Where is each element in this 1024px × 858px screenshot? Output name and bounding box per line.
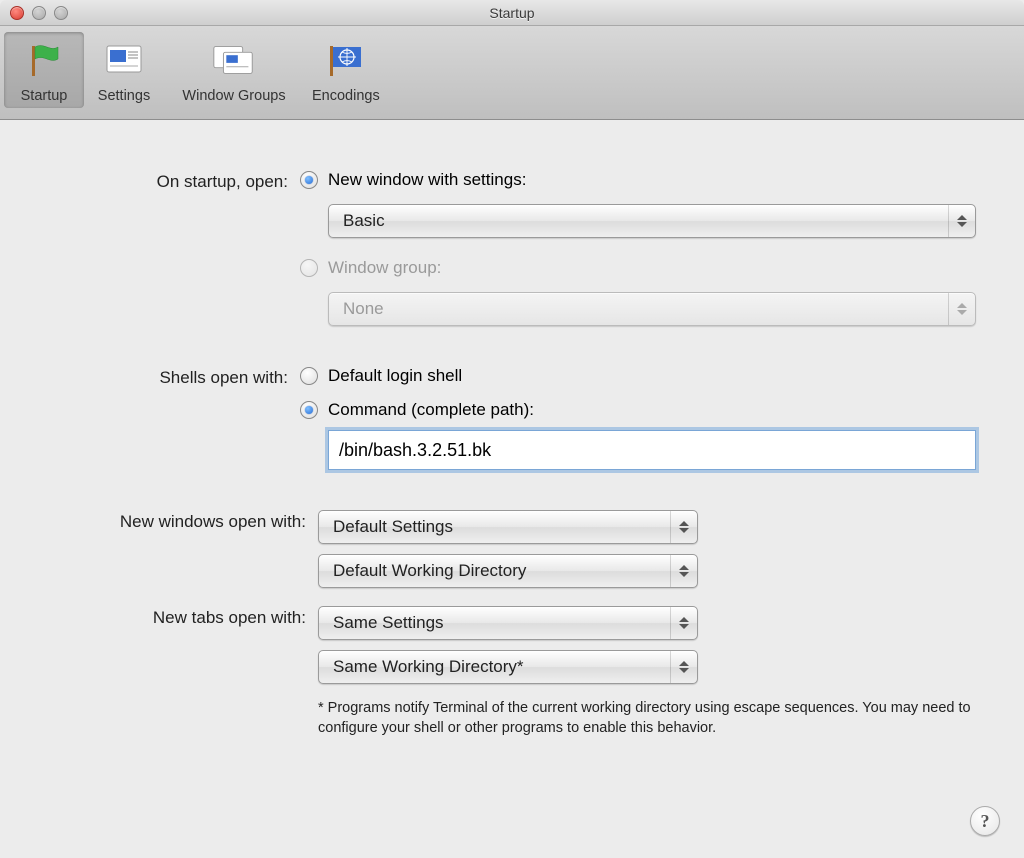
toolbar-tab-label: Encodings bbox=[312, 88, 380, 104]
popup-new-tabs-working-dir[interactable]: Same Working Directory* bbox=[318, 650, 698, 684]
settings-doc-icon bbox=[100, 36, 148, 84]
flag-icon bbox=[20, 36, 68, 84]
toolbar-tab-label: Startup bbox=[21, 88, 68, 104]
toolbar: Startup Settings bbox=[0, 26, 1024, 120]
popup-new-windows-settings-value: Default Settings bbox=[333, 517, 453, 537]
toolbar-tab-startup[interactable]: Startup bbox=[4, 32, 84, 108]
label-new-windows-open-with: New windows open with: bbox=[28, 510, 318, 532]
radio-window-group-label: Window group: bbox=[328, 258, 441, 278]
radio-new-window[interactable] bbox=[300, 171, 318, 189]
popup-new-windows-working-dir[interactable]: Default Working Directory bbox=[318, 554, 698, 588]
popup-new-window-settings[interactable]: Basic bbox=[328, 204, 976, 238]
updown-arrows-icon bbox=[670, 555, 689, 587]
window-title: Startup bbox=[489, 5, 534, 21]
radio-window-group[interactable] bbox=[300, 259, 318, 277]
popup-new-tabs-settings[interactable]: Same Settings bbox=[318, 606, 698, 640]
popup-window-group-value: None bbox=[343, 299, 384, 319]
updown-arrows-icon bbox=[670, 607, 689, 639]
label-on-startup-open: On startup, open: bbox=[28, 170, 300, 192]
radio-command-path-label: Command (complete path): bbox=[328, 400, 534, 420]
close-button[interactable] bbox=[10, 6, 24, 20]
popup-new-tabs-working-dir-value: Same Working Directory* bbox=[333, 657, 524, 677]
radio-command-path[interactable] bbox=[300, 401, 318, 419]
radio-default-login-shell-label: Default login shell bbox=[328, 366, 462, 386]
command-path-input[interactable] bbox=[328, 430, 976, 470]
encodings-flag-icon bbox=[322, 36, 370, 84]
help-button[interactable]: ? bbox=[970, 806, 1000, 836]
titlebar[interactable]: Startup bbox=[0, 0, 1024, 26]
toolbar-tab-encodings[interactable]: Encodings bbox=[304, 32, 388, 108]
minimize-button[interactable] bbox=[32, 6, 46, 20]
popup-new-windows-working-dir-value: Default Working Directory bbox=[333, 561, 526, 581]
label-shells-open-with: Shells open with: bbox=[28, 366, 300, 388]
popup-new-window-settings-value: Basic bbox=[343, 211, 385, 231]
updown-arrows-icon bbox=[948, 205, 967, 237]
updown-arrows-icon bbox=[670, 651, 689, 683]
toolbar-tab-label: Settings bbox=[98, 88, 150, 104]
help-icon: ? bbox=[981, 811, 990, 832]
window-groups-icon bbox=[210, 36, 258, 84]
popup-new-windows-settings[interactable]: Default Settings bbox=[318, 510, 698, 544]
popup-new-tabs-settings-value: Same Settings bbox=[333, 613, 444, 633]
toolbar-tab-settings[interactable]: Settings bbox=[84, 32, 164, 108]
preferences-window: Startup Startup bbox=[0, 0, 1024, 858]
toolbar-tab-window-groups[interactable]: Window Groups bbox=[164, 32, 304, 108]
zoom-button[interactable] bbox=[54, 6, 68, 20]
radio-new-window-label: New window with settings: bbox=[328, 170, 526, 190]
footnote: * Programs notify Terminal of the curren… bbox=[318, 698, 976, 739]
traffic-lights bbox=[10, 6, 68, 20]
label-new-tabs-open-with: New tabs open with: bbox=[28, 606, 318, 628]
toolbar-tab-label: Window Groups bbox=[182, 88, 285, 104]
updown-arrows-icon bbox=[948, 293, 967, 325]
popup-window-group: None bbox=[328, 292, 976, 326]
updown-arrows-icon bbox=[670, 511, 689, 543]
startup-pane: On startup, open: New window with settin… bbox=[0, 120, 1024, 858]
radio-default-login-shell[interactable] bbox=[300, 367, 318, 385]
